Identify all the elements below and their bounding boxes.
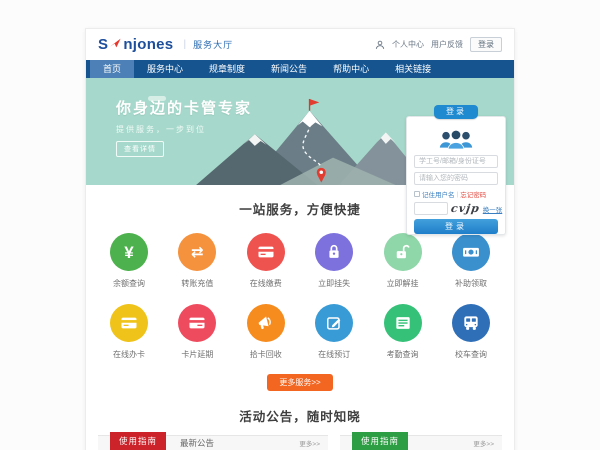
captcha-row: cvjp 换一张 — [414, 202, 498, 215]
main-nav: 首页 服务中心 规章制度 新闻公告 帮助中心 相关链接 — [86, 60, 514, 78]
hero-cta-button[interactable]: 查看详情 — [116, 141, 164, 157]
announcement-panel-right: 使用指南 更多>> — [340, 435, 502, 450]
lock-icon — [315, 233, 353, 271]
password-input[interactable] — [414, 172, 498, 185]
logo-text: S — [98, 36, 108, 53]
tab-usage-guide[interactable]: 使用指南 — [352, 432, 408, 450]
service-item-unfreeze[interactable]: 立即解挂 — [372, 233, 434, 289]
service-item-subsidy[interactable]: 补助领取 — [440, 233, 502, 289]
username-input[interactable] — [414, 155, 498, 168]
page: S njones | 服务大厅 个人中心 用户反馈 登录 首页 服务中心 规章制… — [85, 28, 515, 450]
logo[interactable]: S njones | 服务大厅 — [98, 36, 233, 53]
user-icon — [375, 40, 385, 50]
nav-item-news[interactable]: 新闻公告 — [258, 60, 320, 78]
bus-icon — [452, 304, 490, 342]
more-services-button[interactable]: 更多服务>> — [267, 374, 333, 391]
nav-item-links[interactable]: 相关链接 — [382, 60, 444, 78]
more-link[interactable]: 更多>> — [299, 438, 320, 448]
announcement-panels: 使用指南 最新公告 更多>> 使用指南 更多>> — [98, 435, 502, 450]
announcement-panel-left: 使用指南 最新公告 更多>> — [98, 435, 328, 450]
remember-checkbox[interactable] — [414, 191, 420, 197]
unlock-icon — [384, 233, 422, 271]
tab-bar: 使用指南 更多>> — [340, 435, 502, 450]
service-item-balance[interactable]: ¥ 余额查询 — [98, 233, 160, 289]
tab-bar: 使用指南 最新公告 更多>> — [98, 435, 328, 450]
announcements-section: 活动公告，随时知晓 使用指南 最新公告 更多>> 使用指南 更多>> — [86, 391, 514, 450]
transfer-icon: ⇄ — [178, 233, 216, 271]
header-right: 个人中心 用户反馈 登录 — [375, 37, 502, 52]
tab-usage-guide[interactable]: 使用指南 — [110, 432, 166, 450]
more-link[interactable]: 更多>> — [473, 438, 494, 448]
yuan-icon: ¥ — [110, 233, 148, 271]
tab-latest-announcements[interactable]: 最新公告 — [180, 437, 214, 449]
forgot-password-link[interactable]: 忘记密码 — [460, 189, 486, 199]
hero-subtitle: 提供服务，一步到位 — [116, 124, 276, 135]
service-item-transfer[interactable]: ⇄ 转账充值 — [166, 233, 228, 289]
service-item-card-renewal[interactable]: 卡片延期 — [166, 304, 228, 360]
service-item-apply-card[interactable]: 在线办卡 — [98, 304, 160, 360]
edit-icon — [315, 304, 353, 342]
hero-copy: 你身边的卡管专家 提供服务，一步到位 查看详情 — [86, 78, 276, 157]
login-tab[interactable]: 登录 — [434, 105, 478, 119]
banknote-icon — [452, 233, 490, 271]
captcha-input[interactable] — [414, 202, 448, 215]
user-feedback-link[interactable]: 用户反馈 — [431, 39, 463, 50]
services-row-2: 在线办卡 卡片延期 拾卡回收 在线预订 — [98, 304, 502, 360]
service-item-report-loss[interactable]: 立即挂失 — [303, 233, 365, 289]
card-icon — [178, 304, 216, 342]
hero-banner: 你身边的卡管专家 提供服务，一步到位 查看详情 登录 记住用户名 | — [86, 78, 514, 185]
personal-center-link[interactable]: 个人中心 — [392, 39, 424, 50]
service-item-attendance[interactable]: 考勤查询 — [372, 304, 434, 360]
captcha-image[interactable]: cvjp — [450, 202, 481, 215]
nav-item-help-center[interactable]: 帮助中心 — [320, 60, 382, 78]
nav-item-service-center[interactable]: 服务中心 — [134, 60, 196, 78]
hero-title: 你身边的卡管专家 — [116, 97, 276, 118]
service-item-payment[interactable]: 在线缴费 — [235, 233, 297, 289]
service-item-school-bus[interactable]: 校车查询 — [440, 304, 502, 360]
list-icon — [384, 304, 422, 342]
login-panel: 登录 记住用户名 | 忘记密码 cvjp 换一张 — [406, 116, 506, 235]
services-row-1: ¥ 余额查询 ⇄ 转账充值 在线缴费 立即挂失 — [98, 233, 502, 289]
megaphone-icon — [247, 304, 285, 342]
nav-item-home[interactable]: 首页 — [90, 60, 134, 78]
remember-label: 记住用户名 — [422, 189, 455, 199]
captcha-refresh-link[interactable]: 换一张 — [483, 204, 503, 214]
logo-text: njones — [123, 36, 173, 53]
service-item-card-recovery[interactable]: 拾卡回收 — [235, 304, 297, 360]
remember-row: 记住用户名 | 忘记密码 — [414, 189, 498, 199]
announcements-title: 活动公告，随时知晓 — [98, 406, 502, 425]
site-subtitle: 服务大厅 — [193, 38, 233, 51]
logo-divider: | — [183, 39, 186, 50]
users-avatar-icon — [437, 128, 475, 151]
service-item-online-booking[interactable]: 在线预订 — [303, 304, 365, 360]
site-header: S njones | 服务大厅 个人中心 用户反馈 登录 — [86, 29, 514, 60]
logo-arrow-icon — [110, 38, 121, 48]
nav-item-rules[interactable]: 规章制度 — [196, 60, 258, 78]
divider: | — [457, 191, 459, 198]
card-icon — [247, 233, 285, 271]
header-login-button[interactable]: 登录 — [470, 37, 502, 52]
card-icon — [110, 304, 148, 342]
login-submit-button[interactable]: 登录 — [414, 219, 498, 234]
